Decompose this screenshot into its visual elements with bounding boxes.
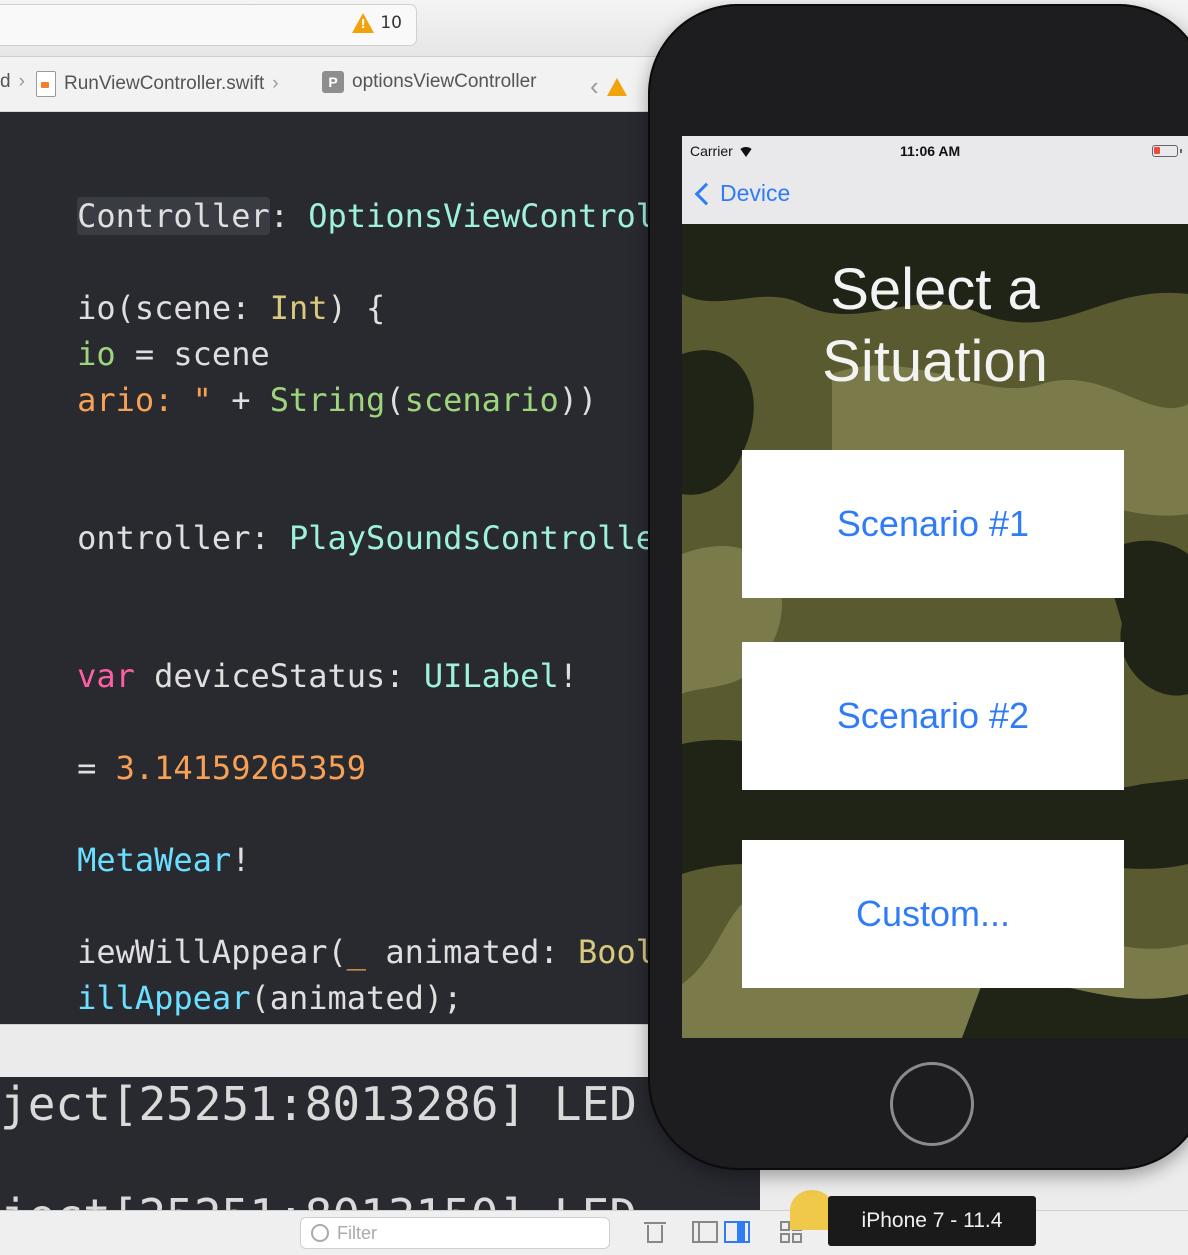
ios-status-bar: Carrier 11:06 AM [682,136,1188,166]
warning-icon [606,77,627,96]
code-line: io = scene [77,335,270,373]
property-icon: P [322,71,344,93]
code-line: = 3.14159265359 [77,749,367,787]
status-time: 11:06 AM [900,143,961,159]
navigation-bar: Device [682,166,1188,224]
jumpbar-folder-label: d [0,71,11,92]
screen-heading: Select a Situation [682,254,1188,398]
wifi-icon [738,147,753,157]
heading-line-2: Situation [822,329,1048,394]
chevron-right-icon: › [18,71,25,92]
code-line: MetaWear! [77,841,251,879]
trash-icon[interactable] [644,1221,666,1243]
console-line: ject[25251:8013286] LED [0,1077,637,1131]
scenario-1-button[interactable]: Scenario #1 [742,450,1124,598]
code-line: Controller: OptionsViewControlle [77,197,660,235]
console-output[interactable]: ject[25251:8013286] LED ject[25251:80131… [0,1077,760,1210]
filter-placeholder: Filter [337,1222,377,1243]
code-line: illAppear(animated); [77,979,463,1017]
show-console-panel-icon[interactable] [724,1221,750,1243]
warning-icon: ! [352,13,375,33]
simulator-screen: Carrier 11:06 AM Device Select a Situati… [682,136,1188,1038]
jumpbar-symbol-label: optionsViewController [352,71,537,92]
code-line: iewWillAppear(_ animated: Bool) [77,933,660,971]
chevron-right-icon: › [272,73,279,94]
hide-variables-panel-icon[interactable] [692,1221,718,1243]
back-button-label: Device [720,180,791,206]
warnings-badge[interactable]: ! 10 [352,13,402,33]
jumpbar-issue-nav[interactable]: ‹ [590,71,627,102]
chevron-left-icon [694,182,718,205]
swift-file-icon [36,71,56,97]
warning-count: 10 [380,13,402,33]
jumpbar-file-crumb[interactable]: RunViewController.swift › [36,71,279,97]
heading-line-1: Select a [830,257,1040,322]
code-line: io(scene: Int) { [77,289,386,327]
console-line: ject[25251:8013150] LED [0,1189,637,1210]
home-button[interactable] [890,1062,974,1146]
activity-status-field: ! 10 [0,4,417,46]
jumpbar-file-label: RunViewController.swift [64,73,265,94]
jumpbar-symbol-crumb[interactable]: P optionsViewController [322,71,536,93]
simulator-device-tooltip: iPhone 7 - 11.4 [828,1196,1036,1246]
code-line: ontroller: PlaySoundsController? [77,519,660,557]
battery-icon [1152,145,1182,157]
jumpbar-folder-crumb[interactable]: d › [0,71,25,93]
back-button[interactable]: Device [692,180,790,207]
code-line: var deviceStatus: UILabel! [77,657,578,695]
filter-icon [311,1224,329,1242]
code-line: ario: " + String(scenario)) [77,381,598,419]
custom-scenario-button[interactable]: Custom... [742,840,1124,988]
filter-field[interactable]: Filter [300,1217,610,1249]
source-editor[interactable]: Controller: OptionsViewControlle io(scen… [0,112,660,1024]
carrier-label: Carrier [690,143,753,159]
chevron-left-icon: ‹ [590,71,599,101]
debug-bar [0,1024,660,1078]
scenario-2-button[interactable]: Scenario #2 [742,642,1124,790]
